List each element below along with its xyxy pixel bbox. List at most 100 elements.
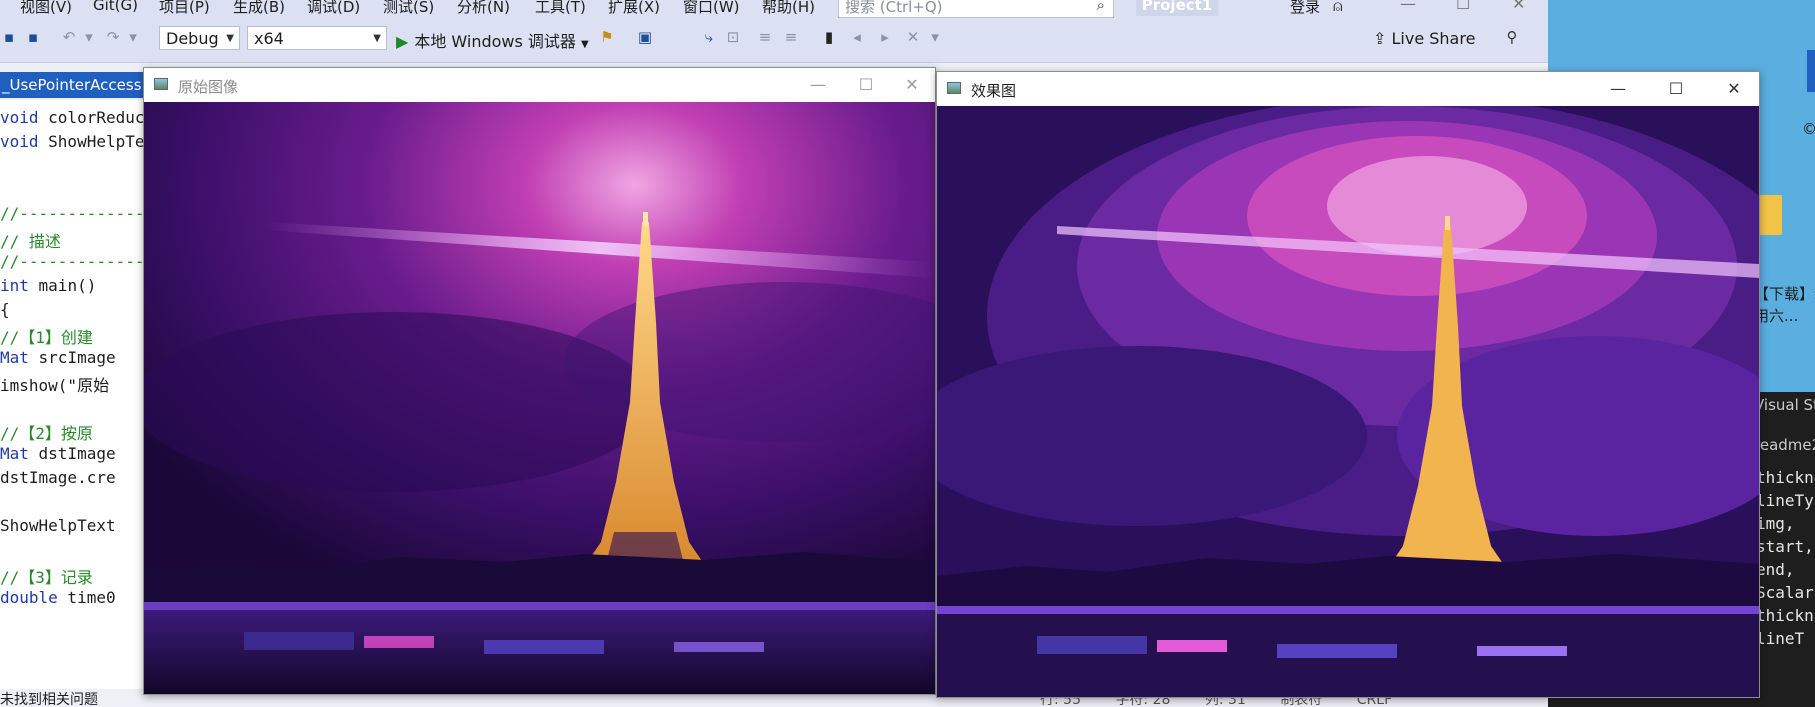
maximize-icon[interactable]: ☐ xyxy=(1456,0,1470,13)
comment-icon[interactable]: ≡ xyxy=(756,28,774,46)
code-line[interactable]: { xyxy=(0,300,10,319)
toolbar: ▪ ▪ ↶ ▾ ↷ ▾ Debug ▼ x64 ▼ ▶ 本地 Windows 调试… xyxy=(0,18,1548,63)
original-image xyxy=(144,102,935,694)
feedback-icon[interactable]: ⚲ xyxy=(1503,28,1521,46)
minimize-icon[interactable]: — xyxy=(1400,0,1416,13)
effect-image-window[interactable]: 效果图 — ☐ ✕ xyxy=(936,71,1760,698)
code-line[interactable]: dstImage.cre xyxy=(0,468,116,487)
configuration-select[interactable]: Debug ▼ xyxy=(159,26,240,50)
platform-value: x64 xyxy=(254,29,284,48)
platform-select[interactable]: x64 ▼ xyxy=(247,26,387,50)
share-icon: ⇪ xyxy=(1373,29,1387,48)
menu-git[interactable]: Git(G) xyxy=(93,0,138,14)
editor-file-tab[interactable]: _UsePointerAccessP xyxy=(0,72,152,98)
code-line[interactable]: //--------------- xyxy=(0,204,150,223)
menu-test[interactable]: 测试(S) xyxy=(383,0,434,17)
vscode-code-line[interactable]: thickn xyxy=(1756,606,1814,625)
uncomment-icon[interactable]: ≡ xyxy=(782,28,800,46)
live-share-button[interactable]: ⇪ Live Share xyxy=(1373,29,1475,48)
next-bookmark-icon[interactable]: ▸ xyxy=(876,28,894,46)
status-issues-text[interactable]: 未找到相关问题 xyxy=(0,689,98,707)
vscode-title: Visual Studio Code xyxy=(1754,396,1815,414)
code-line[interactable]: //【3】记录 xyxy=(0,564,93,588)
start-debugging-label: 本地 Windows 调试器 xyxy=(414,32,576,51)
vscode-code-line[interactable]: thickness xyxy=(1756,468,1815,487)
vscode-code-line[interactable]: start, xyxy=(1756,537,1814,556)
code-line[interactable]: ShowHelpText xyxy=(0,516,116,535)
folder-icon[interactable] xyxy=(1758,195,1782,235)
chevron-down-icon[interactable]: ▾ xyxy=(926,28,944,46)
menu-window[interactable]: 窗口(W) xyxy=(683,0,740,17)
add-account-icon[interactable]: ⍝ xyxy=(1333,0,1343,16)
menu-bar: 视图(V) Git(G) 项目(P) 生成(B) 调试(D) 测试(S) 分析(… xyxy=(0,0,1548,18)
close-icon[interactable]: ✕ xyxy=(889,72,935,98)
vscode-code-line[interactable]: end, xyxy=(1756,560,1795,579)
code-line[interactable]: imshow("原始 xyxy=(0,372,109,396)
app-icon xyxy=(154,78,168,90)
code-line[interactable]: double time0 xyxy=(0,588,116,607)
code-line[interactable]: int main() xyxy=(0,276,96,295)
desktop-folder-caption[interactable]: 【下载】新 用六... xyxy=(1754,283,1815,327)
save-all-icon[interactable]: ▪ xyxy=(24,28,42,46)
chevron-down-icon[interactable]: ▾ xyxy=(124,28,142,46)
menu-debug[interactable]: 调试(D) xyxy=(307,0,360,17)
code-line[interactable]: //【2】按原 xyxy=(0,420,93,444)
menu-tools[interactable]: 工具(T) xyxy=(535,0,586,17)
menu-project[interactable]: 项目(P) xyxy=(159,0,210,17)
clear-bookmarks-icon[interactable]: ✕ xyxy=(904,28,922,46)
menu-extensions[interactable]: 扩展(X) xyxy=(608,0,660,17)
effect-image xyxy=(937,106,1759,697)
undo-icon[interactable]: ↶ xyxy=(60,28,78,46)
code-line[interactable]: //--------------- xyxy=(0,252,150,271)
live-share-label: Live Share xyxy=(1391,29,1476,48)
minimize-icon[interactable]: — xyxy=(795,72,841,98)
window-title: 效果图 xyxy=(971,82,1017,100)
chevron-down-icon: ▼ xyxy=(581,39,589,50)
search-box[interactable]: 搜索 (Ctrl+Q) ⌕ xyxy=(838,0,1114,18)
close-icon[interactable]: ✕ xyxy=(1512,0,1525,13)
maximize-icon[interactable]: ☐ xyxy=(1653,76,1699,102)
caption-line: 用六... xyxy=(1754,307,1799,325)
code-line[interactable]: Mat srcImage xyxy=(0,348,116,367)
close-icon[interactable]: ✕ xyxy=(1711,76,1757,102)
code-editor[interactable]: void colorReduce( void ShowHelpText //----… xyxy=(0,100,150,690)
window-titlebar[interactable]: 效果图 — ☐ ✕ xyxy=(937,72,1759,106)
prev-bookmark-icon[interactable]: ◂ xyxy=(848,28,866,46)
vscode-code-line[interactable]: lineType xyxy=(1756,491,1815,510)
format-icon[interactable]: ⊡ xyxy=(724,28,742,46)
code-line[interactable]: Mat dstImage xyxy=(0,444,116,463)
chevron-down-icon: ▼ xyxy=(226,33,234,44)
play-icon: ▶ xyxy=(396,32,409,51)
copyright-icon: © xyxy=(1802,120,1815,138)
step-icon[interactable]: ⤷ xyxy=(700,28,718,46)
code-line[interactable]: // 描述 xyxy=(0,228,61,252)
code-line[interactable]: //【1】创建 xyxy=(0,324,93,348)
hot-reload-icon[interactable]: ⚑ xyxy=(598,28,616,46)
save-icon[interactable]: ▪ xyxy=(0,28,18,46)
redo-icon[interactable]: ↷ xyxy=(104,28,122,46)
app-icon xyxy=(947,82,961,94)
configuration-value: Debug xyxy=(166,29,219,48)
original-image-window[interactable]: 原始图像 — ☐ ✕ xyxy=(143,67,936,695)
window-titlebar[interactable]: 原始图像 — ☐ ✕ xyxy=(144,68,935,102)
vscode-code-line[interactable]: lineT xyxy=(1756,629,1804,648)
vscode-code-line[interactable]: Scalar xyxy=(1756,583,1814,602)
menu-view[interactable]: 视图(V) xyxy=(20,0,72,17)
maximize-icon[interactable]: ☐ xyxy=(843,72,889,98)
minimize-icon[interactable]: — xyxy=(1595,76,1641,102)
vscode-tab[interactable]: readme2.md xyxy=(1754,436,1815,454)
code-line[interactable]: void ShowHelpText xyxy=(0,132,150,151)
sign-in-link[interactable]: 登录 xyxy=(1290,0,1320,17)
menu-build[interactable]: 生成(B) xyxy=(233,0,285,17)
code-line[interactable]: void colorReduce( xyxy=(0,108,150,127)
chevron-down-icon: ▼ xyxy=(373,33,381,44)
menu-help[interactable]: 帮助(H) xyxy=(762,0,815,17)
browse-icon[interactable]: ▣ xyxy=(636,28,654,46)
caption-line: 【下载】新 xyxy=(1754,285,1815,303)
start-debugging-button[interactable]: ▶ 本地 Windows 调试器 ▼ xyxy=(396,28,589,52)
menu-analyze[interactable]: 分析(N) xyxy=(457,0,510,17)
vscode-code-line[interactable]: img, xyxy=(1756,514,1795,533)
chevron-down-icon[interactable]: ▾ xyxy=(80,28,98,46)
search-placeholder: 搜索 (Ctrl+Q) xyxy=(845,0,943,16)
bookmark-icon[interactable]: ▮ xyxy=(820,28,838,46)
